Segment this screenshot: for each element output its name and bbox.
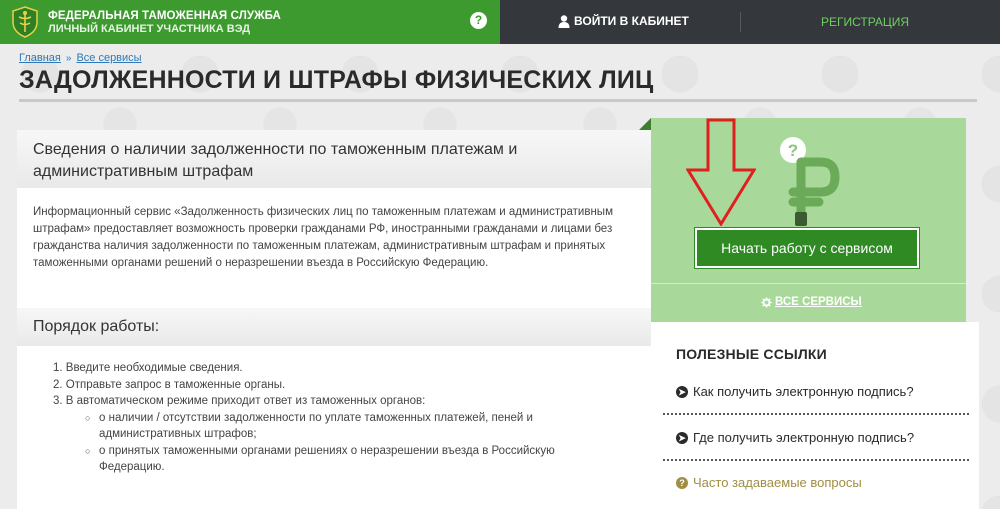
step-item: 2. Отправьте запрос в таможенные органы. xyxy=(53,378,286,391)
breadcrumb-services-link[interactable]: Все сервисы xyxy=(76,52,141,64)
all-services-label: ВСЕ СЕРВИСЫ xyxy=(775,296,862,308)
section-heading-procedure: Порядок работы: xyxy=(17,308,651,346)
step-item: 1. Введите необходимые сведения. xyxy=(53,362,243,374)
main-content: Сведения о наличии задолженности по тамо… xyxy=(17,130,651,509)
help-button[interactable]: ? xyxy=(470,12,487,29)
login-label: ВОЙТИ В КАБИНЕТ xyxy=(574,14,689,28)
section-heading-info: Сведения о наличии задолженности по тамо… xyxy=(17,130,651,188)
header-divider xyxy=(740,12,741,32)
link-how-to-get-signature[interactable]: ➤ Как получить электронную подпись? xyxy=(676,384,966,399)
brand-subtitle[interactable]: ЛИЧНЫЙ КАБИНЕТ УЧАСТНИКА ВЭД xyxy=(48,23,250,35)
question-circle-icon: ? xyxy=(676,476,688,489)
red-down-arrow-annotation xyxy=(686,118,756,226)
svg-text:?: ? xyxy=(788,141,798,160)
panel-corner-fold xyxy=(639,118,651,130)
breadcrumb-home-link[interactable]: Главная xyxy=(19,52,61,64)
register-button[interactable]: РЕГИСТРАЦИЯ xyxy=(821,15,909,29)
link-separator xyxy=(663,413,969,415)
intro-text: Информационный сервис «Задолженность физ… xyxy=(33,206,613,269)
substep-item: о наличии / отсутствии задолженности по … xyxy=(85,410,613,443)
gear-icon xyxy=(761,296,772,308)
title-underline xyxy=(19,99,977,102)
link-faq[interactable]: ? Часто задаваемые вопросы xyxy=(676,475,966,490)
arrow-circle-icon: ➤ xyxy=(676,385,688,398)
link-label: Где получить электронную подпись? xyxy=(693,430,915,445)
substeps-list: о наличии / отсутствии задолженности по … xyxy=(85,410,613,476)
header-auth-area: ВОЙТИ В КАБИНЕТ РЕГИСТРАЦИЯ xyxy=(500,0,1000,44)
arrow-circle-icon: ➤ xyxy=(676,431,688,444)
breadcrumb-separator: » xyxy=(65,52,72,64)
link-where-to-get-signature[interactable]: ➤ Где получить электронную подпись? xyxy=(676,430,966,445)
site-header: ФЕДЕРАЛЬНАЯ ТАМОЖЕННАЯ СЛУЖБА ЛИЧНЫЙ КАБ… xyxy=(0,0,1000,44)
link-label: Как получить электронную подпись? xyxy=(693,384,914,399)
header-brand-area: ФЕДЕРАЛЬНАЯ ТАМОЖЕННАЯ СЛУЖБА ЛИЧНЫЙ КАБ… xyxy=(0,0,500,44)
panel-divider xyxy=(651,283,966,284)
step-item: 3. В автоматическом режиме приходит отве… xyxy=(53,395,426,407)
breadcrumb: Главная » Все сервисы xyxy=(19,52,142,64)
substep-item: о принятых таможенными органами решениях… xyxy=(85,443,613,476)
useful-links-title: ПОЛЕЗНЫЕ ССЫЛКИ xyxy=(676,346,827,362)
user-icon xyxy=(558,14,570,28)
useful-links-panel: ПОЛЕЗНЫЕ ССЫЛКИ ➤ Как получить электронн… xyxy=(651,322,979,509)
customs-emblem-icon[interactable] xyxy=(10,6,40,38)
page-title: ЗАДОЛЖЕННОСТИ И ШТРАФЫ ФИЗИЧЕСКИХ ЛИЦ xyxy=(19,66,654,94)
start-service-button[interactable]: Начать работу с сервисом xyxy=(695,228,919,268)
brand-title[interactable]: ФЕДЕРАЛЬНАЯ ТАМОЖЕННАЯ СЛУЖБА xyxy=(48,10,281,22)
ruble-question-icon: ? xyxy=(780,137,840,226)
link-label: Часто задаваемые вопросы xyxy=(693,475,862,490)
all-services-link[interactable]: ВСЕ СЕРВИСЫ xyxy=(761,296,862,308)
procedure-steps: 1. Введите необходимые сведения. 2. Отпр… xyxy=(53,360,613,476)
link-separator xyxy=(663,459,969,461)
login-button[interactable]: ВОЙТИ В КАБИНЕТ xyxy=(558,14,689,28)
